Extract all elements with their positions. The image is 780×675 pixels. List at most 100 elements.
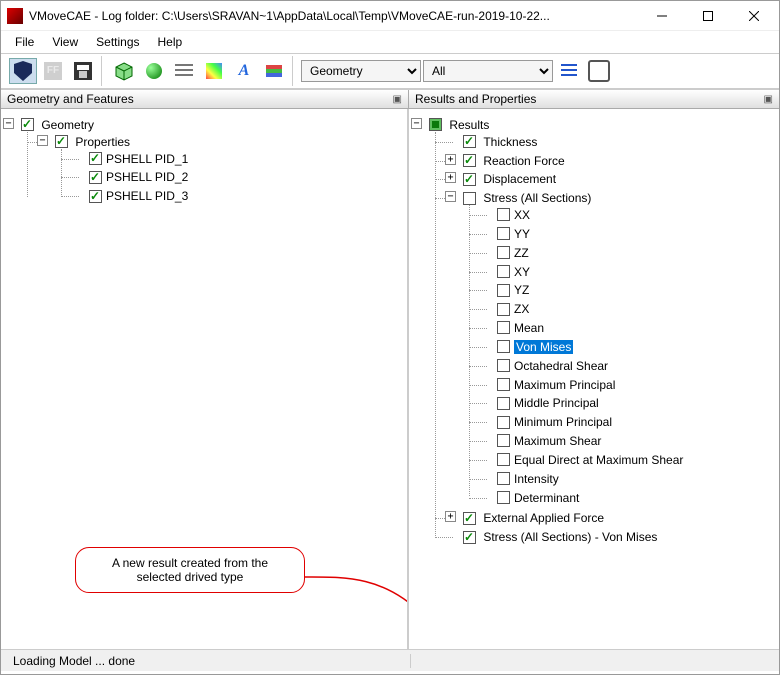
tree-node-property[interactable]: PSHELL PID_1 <box>73 149 403 168</box>
left-panel-collapse-icon[interactable]: ▣ <box>393 94 402 105</box>
checkbox[interactable] <box>463 512 476 525</box>
checkbox[interactable] <box>497 453 510 466</box>
close-button[interactable] <box>731 1 777 31</box>
annotation-text: selected drived type <box>86 570 294 584</box>
menu-help[interactable]: Help <box>150 33 191 51</box>
expand-icon[interactable]: − <box>3 118 14 129</box>
checkbox[interactable] <box>497 397 510 410</box>
font-tool-button[interactable]: A <box>230 58 258 84</box>
tree-node-stress-component[interactable]: ZZ <box>481 243 775 262</box>
expand-icon[interactable]: + <box>445 154 456 165</box>
right-panel-title: Results and Properties <box>415 92 536 106</box>
checkbox[interactable] <box>497 434 510 447</box>
tree-label: YY <box>514 227 530 241</box>
cube-tool-button[interactable] <box>110 58 138 84</box>
tree-node-stress-component[interactable]: Equal Direct at Maximum Shear <box>481 450 775 469</box>
tree-node-reaction-force[interactable]: + Reaction Force <box>447 151 775 170</box>
tree-node-property[interactable]: PSHELL PID_3 <box>73 186 403 205</box>
checkbox[interactable] <box>463 154 476 167</box>
tree-node-stress-component[interactable]: Minimum Principal <box>481 412 775 431</box>
expand-icon[interactable]: + <box>445 172 456 183</box>
tree-node-stress-component[interactable]: Maximum Shear <box>481 431 775 450</box>
disc-icon <box>146 63 162 79</box>
checkbox[interactable] <box>463 531 476 544</box>
tree-label: Maximum Shear <box>514 434 601 448</box>
checkbox[interactable] <box>55 135 68 148</box>
tree-node-stress-component[interactable]: Von Mises <box>481 337 775 356</box>
palette-icon <box>206 63 222 79</box>
layers-tool-button[interactable] <box>260 58 288 84</box>
checkbox[interactable] <box>21 118 34 131</box>
tree-label: Minimum Principal <box>514 415 612 429</box>
expand-icon[interactable]: − <box>411 118 422 129</box>
tree-node-stress-component[interactable]: ZX <box>481 299 775 318</box>
checkbox[interactable] <box>463 192 476 205</box>
checkbox[interactable] <box>497 340 510 353</box>
geometry-combo[interactable]: Geometry <box>301 60 421 82</box>
list-tool-button[interactable] <box>555 58 583 84</box>
checkbox[interactable] <box>497 208 510 221</box>
geometry-panel: − Geometry − Properties PSHELL PID_1PSHE… <box>1 109 409 649</box>
checkbox[interactable] <box>497 303 510 316</box>
tree-node-stress-component[interactable]: Maximum Principal <box>481 375 775 394</box>
checkbox[interactable] <box>497 378 510 391</box>
checkbox[interactable] <box>429 118 442 131</box>
checkbox[interactable] <box>497 227 510 240</box>
palette-tool-button[interactable] <box>200 58 228 84</box>
tree-node-property[interactable]: PSHELL PID_2 <box>73 167 403 186</box>
save-tool-button[interactable] <box>69 58 97 84</box>
tree-node-stress-all[interactable]: − Stress (All Sections) XXYYZZXYYZZXMean… <box>447 188 775 508</box>
checkbox[interactable] <box>463 135 476 148</box>
tree-node-geometry[interactable]: − Geometry − Properties PSHELL PID_1PSHE… <box>5 115 403 209</box>
checkbox[interactable] <box>497 265 510 278</box>
tree-node-stress-vonmises[interactable]: Stress (All Sections) - Von Mises <box>447 527 775 546</box>
maximize-button[interactable] <box>685 1 731 31</box>
menu-settings[interactable]: Settings <box>88 33 147 51</box>
tree-node-stress-component[interactable]: Determinant <box>481 488 775 507</box>
tree-node-stress-component[interactable]: YZ <box>481 280 775 299</box>
checkbox[interactable] <box>497 416 510 429</box>
filter-combo[interactable]: All <box>423 60 553 82</box>
font-icon: A <box>239 62 250 80</box>
disc-tool-button[interactable] <box>140 58 168 84</box>
annotation-text: A new result created from the <box>86 556 294 570</box>
expand-icon[interactable]: + <box>445 511 456 522</box>
checkbox[interactable] <box>89 152 102 165</box>
windows-tool-button[interactable] <box>585 58 613 84</box>
checkbox[interactable] <box>497 321 510 334</box>
tree-label: PSHELL PID_2 <box>106 170 188 184</box>
tree-node-stress-component[interactable]: Octahedral Shear <box>481 356 775 375</box>
checkbox[interactable] <box>497 359 510 372</box>
right-panel-collapse-icon[interactable]: ▣ <box>764 94 773 105</box>
checkbox[interactable] <box>497 284 510 297</box>
menu-view[interactable]: View <box>44 33 86 51</box>
minimize-button[interactable] <box>639 1 685 31</box>
checkbox[interactable] <box>497 246 510 259</box>
menu-file[interactable]: File <box>7 33 42 51</box>
tree-node-stress-component[interactable]: XX <box>481 205 775 224</box>
expand-icon[interactable]: − <box>37 135 48 146</box>
tree-node-stress-component[interactable]: YY <box>481 224 775 243</box>
checkbox[interactable] <box>497 491 510 504</box>
tree-node-external-force[interactable]: + External Applied Force <box>447 508 775 527</box>
tree-node-displacement[interactable]: + Displacement <box>447 169 775 188</box>
tree-label: YZ <box>514 283 529 297</box>
content-area: − Geometry − Properties PSHELL PID_1PSHE… <box>1 109 779 649</box>
checkbox[interactable] <box>89 190 102 203</box>
contour-tool-button[interactable] <box>170 58 198 84</box>
tree-node-stress-component[interactable]: Intensity <box>481 469 775 488</box>
tree-label: PSHELL PID_3 <box>106 189 188 203</box>
tree-node-thickness[interactable]: Thickness <box>447 132 775 151</box>
shield-tool-button[interactable] <box>9 58 37 84</box>
tree-node-stress-component[interactable]: Middle Principal <box>481 393 775 412</box>
tree-node-results[interactable]: − Results Thickness + Reaction Force + <box>413 115 775 548</box>
checkbox[interactable] <box>497 472 510 485</box>
tree-node-stress-component[interactable]: Mean <box>481 318 775 337</box>
menu-bar: File View Settings Help <box>1 31 779 53</box>
checkbox[interactable] <box>89 171 102 184</box>
tree-node-properties[interactable]: − Properties PSHELL PID_1PSHELL PID_2PSH… <box>39 132 403 207</box>
expand-icon[interactable]: − <box>445 191 456 202</box>
checkbox[interactable] <box>463 173 476 186</box>
ff-tool-button: FF <box>39 58 67 84</box>
tree-node-stress-component[interactable]: XY <box>481 262 775 281</box>
